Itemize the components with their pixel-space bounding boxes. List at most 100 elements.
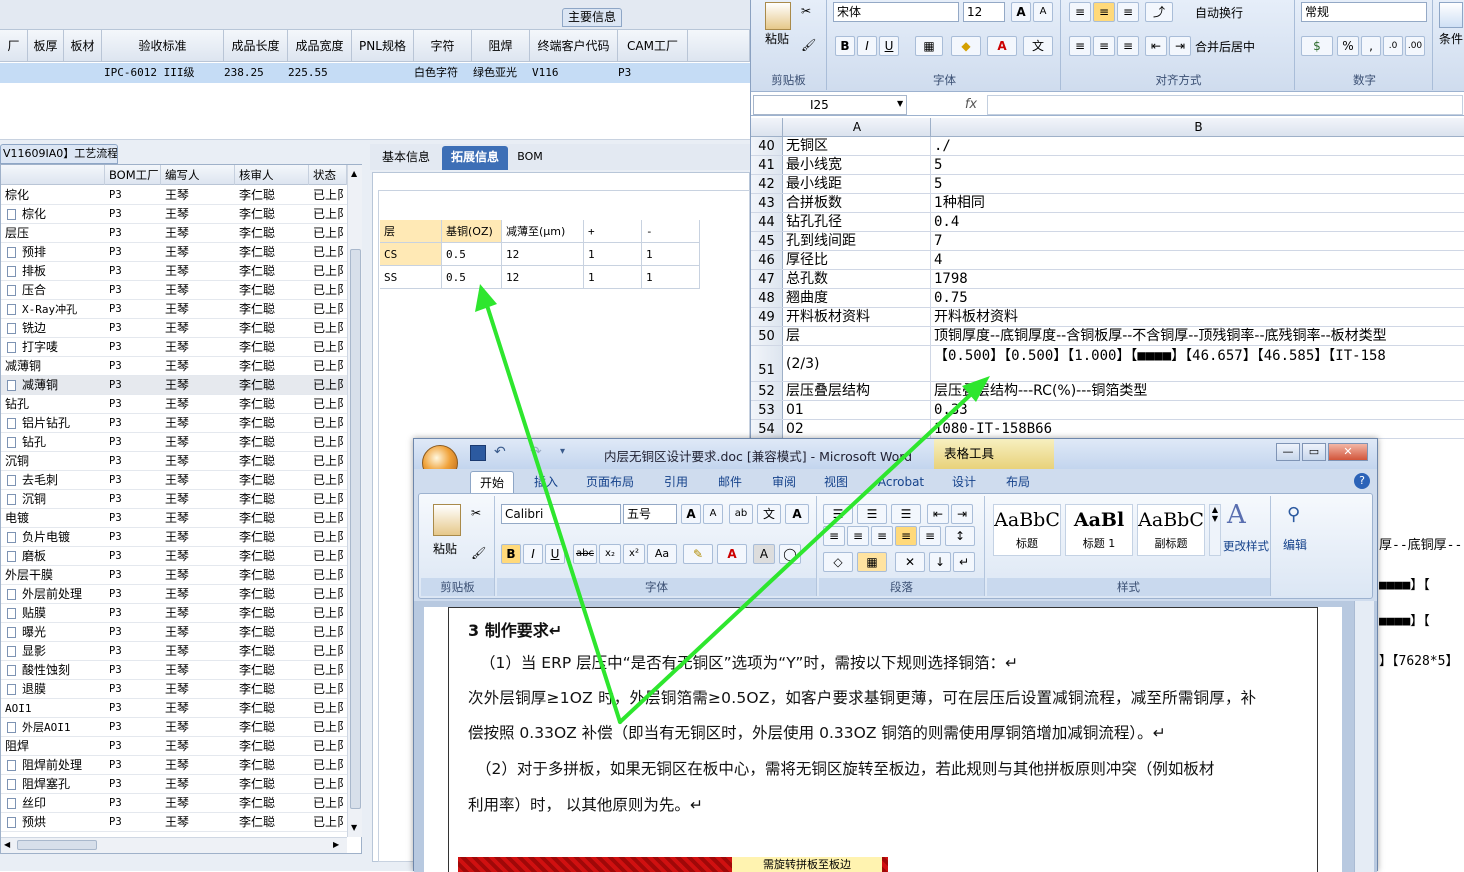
styles-scroll-icon[interactable]: ▲ ▼ [1209,504,1221,556]
shrink-font-button[interactable]: A [1033,2,1053,22]
col-header-reviewer[interactable]: 核审人 [235,165,309,185]
process-row[interactable]: 铣边 P3 王琴 李仁聪 已上阝 [1,319,347,338]
col-header-minus[interactable]: - [642,220,700,243]
paragraph-rule-2[interactable]: （2）对于多拼板，如果无铜区在板中心，需将无铜区旋转至板边，若此规则与其他拼板原… [476,757,1214,779]
conditional-format-icon[interactable] [1439,2,1463,28]
enclose-char-icon[interactable]: ◯ [779,544,801,564]
row-number[interactable]: 40 [751,137,783,155]
process-row[interactable]: 打字唛 P3 王琴 李仁聪 已上阝 [1,338,347,357]
cell-a[interactable]: 合拼板数 [784,194,931,212]
row-number[interactable]: 49 [751,308,783,326]
align-middle-icon[interactable]: ≡ [1093,2,1115,22]
col-header-cam[interactable]: CAM工厂 [618,30,688,62]
peek-cell[interactable]: ■■■■】【 [1379,574,1464,593]
process-row[interactable]: 阻焊前处理 P3 王琴 李仁聪 已上阝 [1,756,347,775]
tab-insert[interactable]: 插入 [524,471,568,493]
cell-a[interactable]: 孔到线间距 [784,232,931,250]
cell-a[interactable]: 最小线距 [784,175,931,193]
column-b-header[interactable]: B [932,118,1464,137]
paste-icon[interactable] [765,2,791,30]
name-box-dropdown-icon[interactable]: ▼ [897,99,903,108]
italic-button[interactable]: I [857,36,877,56]
fill-color-icon[interactable]: ◆ [951,36,981,56]
word-align-center-icon[interactable]: ≡ [847,526,869,546]
row-number[interactable]: 48 [751,289,783,307]
cell-b[interactable]: 层压叠层结构---RC(%)---铜箔类型 [932,382,1464,400]
name-box[interactable]: I25 [753,95,907,115]
font-name-select[interactable]: 宋体 [833,2,959,22]
paragraph-line-2[interactable]: 偿按照 0.33OZ 补偿（即当有无铜区时，外层使用 0.33OZ 铜箔的则需使… [468,721,1166,743]
close-button[interactable]: ✕ [1328,443,1368,461]
col-header-bom[interactable]: BOM工厂 [105,165,161,185]
sheet-row[interactable]: 45 孔到线间距 7 [751,232,1464,251]
col-header-solder[interactable]: 阻焊 [472,30,530,62]
align-bottom-icon[interactable]: ≡ [1117,2,1139,22]
process-flow-tab[interactable]: V11609IA0】工艺流程 [0,144,118,164]
cell-b[interactable]: 5 [932,175,1464,193]
decrease-indent-icon[interactable]: ⇤ [927,504,949,524]
sheet-row[interactable]: 48 翘曲度 0.75 [751,289,1464,308]
orientation-icon[interactable]: ⤴ [1145,2,1173,22]
cell-b[interactable]: 0.33 [932,401,1464,419]
underline-button[interactable]: U [879,36,899,56]
cell-b[interactable]: 4 [932,251,1464,269]
indent-increase-icon[interactable]: ⇥ [1169,36,1191,56]
cell-a[interactable]: 最小线宽 [784,156,931,174]
align-left-icon[interactable]: ≡ [1069,36,1091,56]
tab-design[interactable]: 设计 [942,471,986,493]
editing-button[interactable]: 编辑 [1283,536,1307,553]
process-row[interactable]: 铝片钻孔 P3 王琴 李仁聪 已上阝 [1,414,347,433]
col-header-process[interactable] [1,165,105,185]
process-row[interactable]: 显影 P3 王琴 李仁聪 已上阝 [1,642,347,661]
process-row[interactable]: 沉铜 P3 王琴 李仁聪 已上阝 [1,452,347,471]
process-row[interactable]: 排板 P3 王琴 李仁聪 已上阝 [1,262,347,281]
process-row[interactable]: 丝印 P3 王琴 李仁聪 已上阝 [1,794,347,813]
process-row[interactable]: 曝光 P3 王琴 李仁聪 已上阝 [1,623,347,642]
process-row[interactable]: 外层AOI1 P3 王琴 李仁聪 已上阝 [1,718,347,737]
word-grow-font-icon[interactable]: A [681,504,701,524]
superscript-icon[interactable]: x² [623,544,645,564]
char-shading-icon[interactable]: A [753,544,775,564]
col-header-thin-to[interactable]: 减薄至(μm) [502,220,584,243]
clear-format-icon[interactable]: ab [729,504,753,524]
word-bold-button[interactable]: B [501,544,521,564]
main-info-tab[interactable]: 主要信息 [562,8,622,27]
process-row[interactable]: 电镀 P3 王琴 李仁聪 已上阝 [1,509,347,528]
wrap-text-button[interactable]: 自动换行 [1195,4,1243,21]
col-header-writer[interactable]: 编写人 [161,165,235,185]
sheet-row[interactable]: 51 (2/3) 【0.500】【0.500】【1.000】【■■■■】【46.65… [751,346,1464,382]
table-row[interactable]: IPC-6012 III级 238.25 225.55 白色字符 绿色亚光 V1… [0,63,750,83]
row-number[interactable]: 42 [751,175,783,193]
vertical-ruler[interactable] [1354,601,1374,872]
process-row[interactable]: 去毛刺 P3 王琴 李仁聪 已上阝 [1,471,347,490]
cell-a[interactable]: 02 [784,420,931,438]
tab-references[interactable]: 引用 [654,471,698,493]
chinese-layout-icon[interactable]: ✕ [895,552,925,572]
word-font-name-select[interactable]: Calibri [501,504,621,524]
process-row[interactable]: 压合 P3 王琴 李仁聪 已上阝 [1,281,347,300]
cell-a[interactable]: 01 [784,401,931,419]
word-font-size-select[interactable]: 五号 [623,504,677,524]
find-icon[interactable]: ⚲ [1287,504,1300,525]
paste-button[interactable]: 粘贴 [765,30,789,47]
col-header-thickness[interactable]: 板厚 [28,30,64,62]
scroll-left-icon[interactable]: ◀ [4,840,10,849]
process-row[interactable]: 退膜 P3 王琴 李仁聪 已上阝 [1,680,347,699]
tab-acrobat[interactable]: Acrobat [868,471,934,493]
sheet-row[interactable]: 42 最小线距 5 [751,175,1464,194]
distribute-icon[interactable]: ≡ [919,526,941,546]
process-row[interactable]: 减薄铜 P3 王琴 李仁聪 已上阝 [1,357,347,376]
word-format-painter-icon[interactable]: 🖌 [471,546,486,560]
scroll-thumb[interactable] [350,249,361,809]
cell-b[interactable]: 0.4 [932,213,1464,231]
change-styles-icon[interactable]: A [1227,500,1246,530]
decrease-decimal-icon[interactable]: .00 [1405,36,1425,56]
process-row[interactable]: 预烘 P3 王琴 李仁聪 已上阝 [1,813,347,832]
percent-icon[interactable]: % [1337,36,1359,56]
col-header-status[interactable]: 状态 [309,165,347,185]
save-icon[interactable] [470,445,486,461]
cell-a[interactable]: 钻孔孔径 [784,213,931,231]
formula-input[interactable] [987,95,1463,115]
word-align-left-icon[interactable]: ≡ [823,526,845,546]
horizontal-scrollbar[interactable]: ◀ ▶ [1,837,347,853]
